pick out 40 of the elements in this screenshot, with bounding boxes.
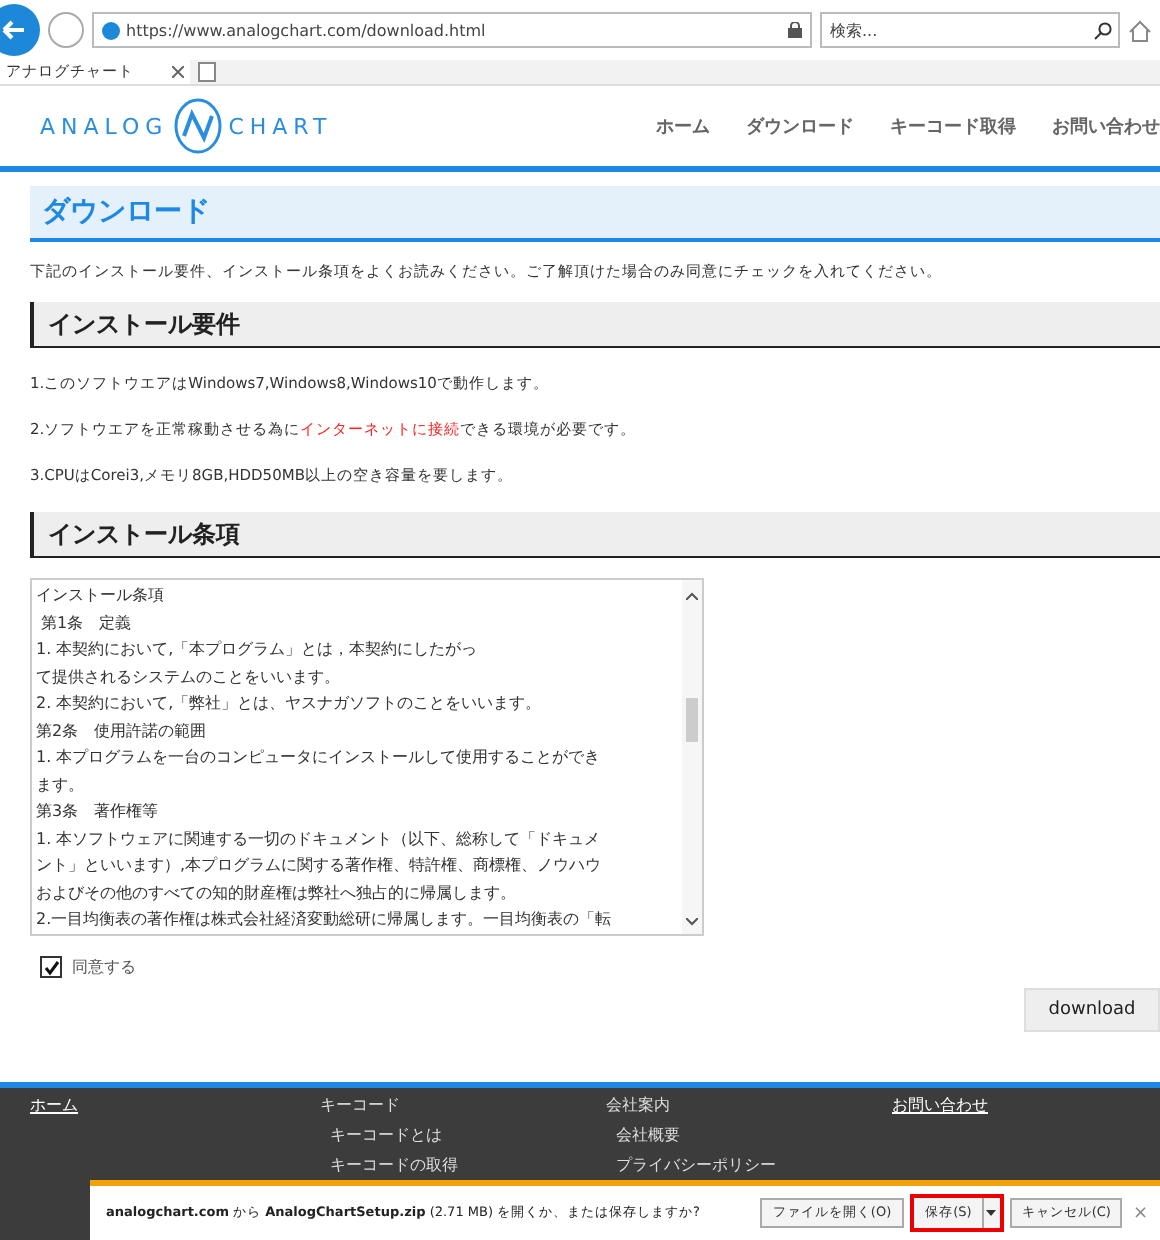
- nav-link[interactable]: ダウンロード: [746, 113, 854, 139]
- back-button[interactable]: [0, 4, 40, 56]
- logo-text: ANALOG: [40, 113, 169, 139]
- section-heading: インストール要件: [30, 302, 1160, 348]
- nav-link[interactable]: ホーム: [656, 113, 710, 139]
- logo-text: CHART: [228, 113, 333, 139]
- footer-heading: 会社案内: [606, 1096, 672, 1116]
- footer-link[interactable]: キーコードの取得: [330, 1156, 606, 1176]
- address-bar[interactable]: https://www.analogchart.com/download.html: [92, 12, 812, 48]
- search-icon: [1094, 21, 1112, 39]
- footer-link[interactable]: プライバシーポリシー: [616, 1156, 892, 1176]
- footer-link[interactable]: 会社概要: [616, 1126, 892, 1146]
- section-heading: インストール条項: [30, 512, 1160, 558]
- scrollbar-thumb[interactable]: [686, 697, 698, 741]
- scroll-down-icon[interactable]: [686, 918, 698, 926]
- logo-icon: [170, 96, 227, 156]
- scrollbar[interactable]: [682, 580, 702, 934]
- nav-link[interactable]: お問い合わせ: [1052, 113, 1160, 139]
- footer-link[interactable]: お問い合わせ: [892, 1096, 1160, 1116]
- nav-link[interactable]: キーコード取得: [890, 113, 1016, 139]
- scroll-up-icon[interactable]: [686, 592, 698, 600]
- new-tab-icon[interactable]: [198, 62, 216, 82]
- forward-button[interactable]: [48, 12, 84, 48]
- site-icon: [102, 21, 120, 39]
- download-button[interactable]: download: [1024, 988, 1160, 1032]
- search-field[interactable]: 検索...: [820, 12, 1120, 48]
- home-icon[interactable]: [1128, 19, 1152, 41]
- agree-checkbox[interactable]: [40, 956, 62, 978]
- back-arrow-icon: [2, 20, 26, 40]
- footer-heading: キーコード: [320, 1096, 402, 1116]
- footer-link[interactable]: キーコードとは: [330, 1126, 606, 1146]
- lock-icon: [788, 22, 802, 38]
- close-icon[interactable]: [172, 66, 184, 78]
- close-button[interactable]: ×: [1132, 1203, 1148, 1223]
- url-text: https://www.analogchart.com/download.html: [126, 21, 488, 39]
- agree-label: 同意する: [72, 956, 136, 978]
- caret-icon: [986, 1210, 997, 1216]
- page-title: ダウンロード: [30, 186, 1160, 242]
- footer-link[interactable]: ホーム: [30, 1096, 320, 1116]
- terms-text: インストール条項 第1条 定義 1. 本契約において,「本プログラム」とは，本契約にしたがっ て提供されるシステムのことをいいます。 2. 本契約において,「弊社」とは、ヤスナガソフトのことをいいます。 第2条 使用許諾の範囲 1. 本プログラムを一台のコンピュータにインストールして使用することができ ます。 第3条 著作権等 1. 本ソフトウェアに関連する一切のドキュメント（以下、総称して「ドキュメ ント」といいます）,本プログラムに関する著作権、特許権、商標権、ノウハウ およびその他のすべての知的財産権は弊社へ独占的に帰属します。 2.一目均衡表の著作権は株式会社経済変動総研に帰属します。一目均衡表の「転: [34, 584, 614, 932]
